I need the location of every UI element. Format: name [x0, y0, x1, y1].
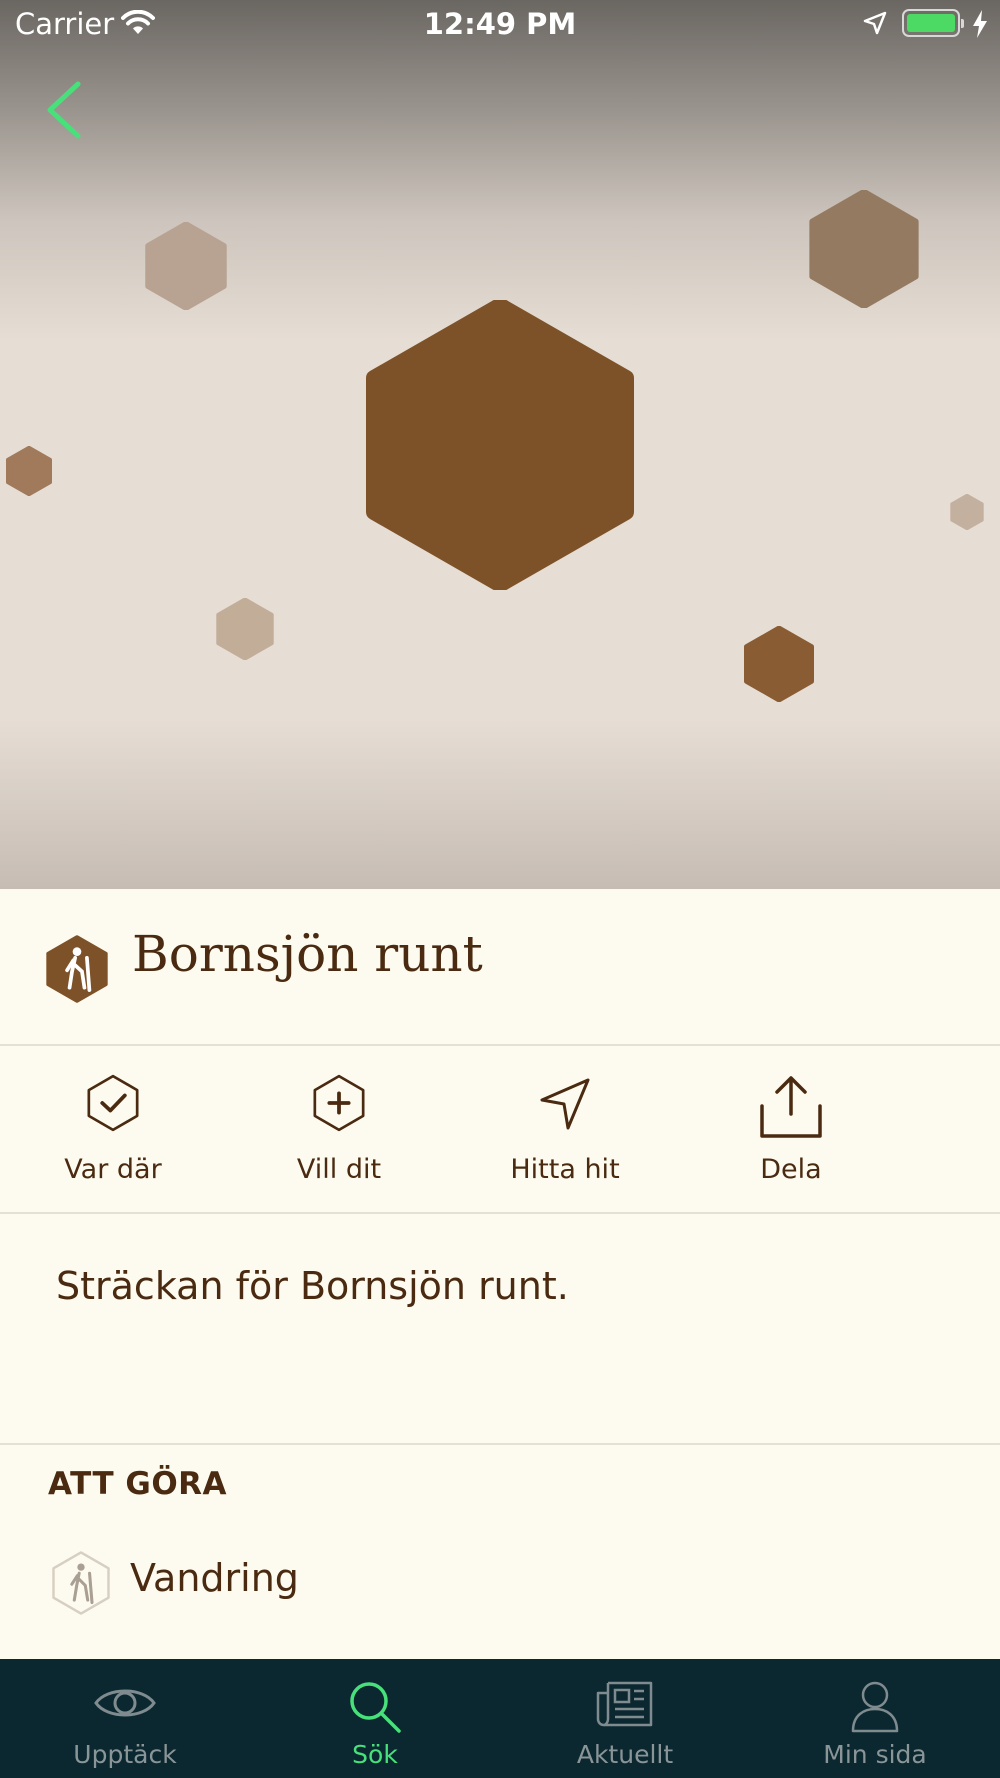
eye-icon	[94, 1689, 156, 1717]
hexagon-large	[366, 300, 634, 590]
tab-label: Min sida	[823, 1740, 927, 1769]
tab-label: Sök	[352, 1740, 398, 1769]
hexagon-decor	[809, 190, 919, 308]
activity-item-hiking[interactable]: Vandring	[0, 1540, 1000, 1620]
person-icon	[851, 1681, 899, 1733]
tab-label: Upptäck	[73, 1740, 177, 1769]
been-there-button[interactable]: Var där	[0, 1046, 226, 1212]
action-label: Var där	[64, 1154, 162, 1185]
section-heading-todo: ATT GÖRA	[48, 1466, 228, 1502]
directions-button[interactable]: Hitta hit	[452, 1046, 678, 1212]
tab-search[interactable]: Sök	[250, 1659, 500, 1778]
tab-bar: Upptäck Sök Aktuellt Min sida	[0, 1659, 1000, 1778]
hex-check-icon	[87, 1074, 139, 1132]
hexagon-decor	[744, 626, 814, 702]
hero-image: Carrier 12:49 PM	[0, 0, 1000, 889]
description-text: Sträckan för Bornsjön runt.	[56, 1264, 569, 1308]
share-icon	[760, 1076, 822, 1138]
charging-bolt-icon	[973, 10, 987, 38]
search-icon	[350, 1682, 401, 1733]
hexagon-decor	[216, 598, 274, 660]
status-bar: Carrier 12:49 PM	[0, 0, 1000, 50]
tab-label: Aktuellt	[576, 1740, 674, 1769]
action-label: Hitta hit	[510, 1154, 620, 1185]
battery-icon	[902, 9, 964, 37]
hex-plus-icon	[313, 1074, 365, 1132]
share-button[interactable]: Dela	[678, 1046, 904, 1212]
tab-news[interactable]: Aktuellt	[500, 1659, 750, 1778]
hexagon-decor	[6, 446, 52, 496]
hiker-icon	[52, 1551, 110, 1615]
back-button[interactable]	[40, 78, 90, 142]
action-row: Var där Vill dit Hitta hit Dela	[0, 1046, 1000, 1214]
action-label: Vill dit	[296, 1154, 382, 1185]
hexagon-decor	[145, 222, 227, 310]
action-label: Dela	[760, 1154, 822, 1185]
want-to-go-button[interactable]: Vill dit	[226, 1046, 452, 1212]
activity-label: Vandring	[130, 1556, 299, 1600]
tab-discover[interactable]: Upptäck	[0, 1659, 250, 1778]
hexagon-decor	[950, 494, 984, 530]
description-section: Sträckan för Bornsjön runt.	[0, 1214, 1000, 1445]
title-bar: Bornsjön runt	[0, 889, 1000, 1046]
hiker-icon	[46, 935, 108, 1003]
status-time: 12:49 PM	[423, 7, 577, 41]
tab-my-page[interactable]: Min sida	[750, 1659, 1000, 1778]
navigation-arrow-icon	[540, 1078, 590, 1130]
newspaper-icon	[596, 1681, 653, 1727]
page-title: Bornsjön runt	[132, 925, 483, 983]
location-arrow-icon	[863, 11, 887, 35]
